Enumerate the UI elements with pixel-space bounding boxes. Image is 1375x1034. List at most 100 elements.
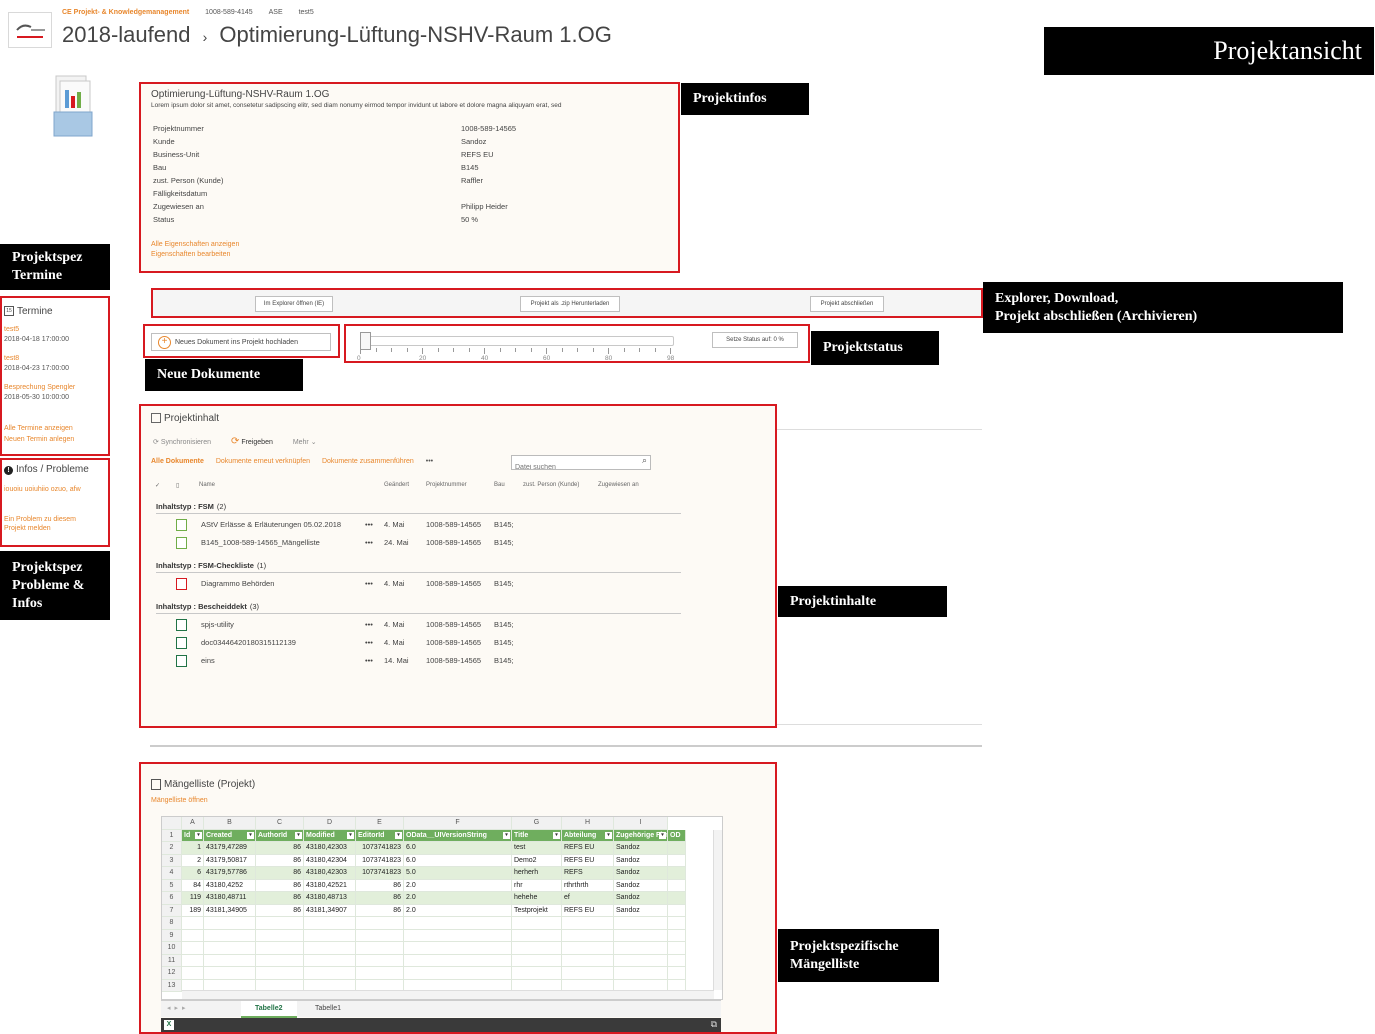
open-explorer-button[interactable]: Im Explorer öffnen (IE)	[255, 296, 333, 312]
table-cell[interactable]: 86	[256, 867, 304, 880]
col-projnr[interactable]: Projektnummer	[426, 482, 467, 488]
row-number[interactable]: 7	[162, 904, 182, 917]
table-cell[interactable]	[512, 942, 562, 955]
row-number[interactable]: 2	[162, 842, 182, 855]
more-button[interactable]: Mehr ⌄	[293, 439, 317, 446]
document-row[interactable]: Diagrammo Behörden ••• 4. Mai 1008-589-1456…	[151, 576, 681, 592]
column-header[interactable]: EditorId ▾	[356, 829, 404, 842]
table-cell[interactable]: Sandoz	[614, 854, 668, 867]
top-link-ase[interactable]: ASE	[269, 9, 283, 16]
column-letter[interactable]: I	[614, 817, 668, 830]
table-cell[interactable]: 43179,47289	[204, 842, 256, 855]
table-cell[interactable]	[204, 917, 256, 930]
table-cell[interactable]	[614, 942, 668, 955]
row-number[interactable]: 8	[162, 917, 182, 930]
row-number[interactable]: 5	[162, 879, 182, 892]
table-cell[interactable]: 86	[356, 904, 404, 917]
table-cell[interactable]	[668, 854, 686, 867]
col-bau[interactable]: Bau	[494, 482, 505, 488]
column-letter[interactable]: C	[256, 817, 304, 830]
table-cell[interactable]: rthrthrth	[562, 879, 614, 892]
table-cell[interactable]: Sandoz	[614, 867, 668, 880]
table-cell[interactable]: 43180,4252	[204, 879, 256, 892]
breadcrumb-parent[interactable]: 2018-laufend	[62, 22, 190, 47]
document-row[interactable]: doc03446420180315112139 ••• 4. Mai 1008-589…	[151, 635, 681, 651]
share-button[interactable]: ⟳ Freigeben	[231, 436, 273, 447]
column-letter[interactable]: G	[512, 817, 562, 830]
table-cell[interactable]: ef	[562, 892, 614, 905]
table-row[interactable]: 5 84 43180,4252 86 43180,42521 86 2.0 rhr rthrth…	[162, 879, 710, 892]
table-cell[interactable]	[304, 954, 356, 967]
excel-grid[interactable]: A B C D E F G H I 1 Id ▾ Created ▾ AuthorId ▾ Modified ▾ E…	[161, 816, 723, 1000]
column-letter[interactable]: H	[562, 817, 614, 830]
row-number[interactable]: 12	[162, 967, 182, 980]
group-header[interactable]: Inhaltstyp : FSM-Checkliste (1)	[156, 561, 266, 570]
table-cell[interactable]: 86	[256, 879, 304, 892]
document-menu-ellipsis[interactable]: •••	[365, 520, 373, 529]
column-letter[interactable]: D	[304, 817, 356, 830]
filter-dropdown-icon[interactable]: ▾	[659, 831, 666, 839]
row-number[interactable]: 9	[162, 929, 182, 942]
column-header[interactable]: Zugehörige Firma▾	[614, 829, 668, 842]
upload-document-button[interactable]: + Neues Dokument ins Projekt hochladen	[151, 333, 331, 351]
document-menu-ellipsis[interactable]: •••	[365, 579, 373, 588]
table-row[interactable]: 9	[162, 929, 710, 942]
document-name[interactable]: doc03446420180315112139	[201, 638, 296, 647]
filter-dropdown-icon[interactable]: ▾	[295, 831, 302, 839]
table-cell[interactable]: 86	[356, 879, 404, 892]
select-all-check-icon[interactable]: ✓	[155, 482, 160, 489]
column-header[interactable]: Title ▾	[512, 829, 562, 842]
new-appointment-link[interactable]: Neuen Termin anlegen	[4, 436, 74, 443]
column-letter[interactable]: F	[404, 817, 512, 830]
table-cell[interactable]: REFS EU	[562, 904, 614, 917]
table-cell[interactable]	[304, 929, 356, 942]
table-cell[interactable]: 86	[256, 842, 304, 855]
row-number[interactable]: 10	[162, 942, 182, 955]
table-cell[interactable]: 6.0	[404, 854, 512, 867]
table-cell[interactable]	[204, 942, 256, 955]
table-cell[interactable]: 1073741823	[356, 842, 404, 855]
table-row[interactable]: 7 189 43181,34905 86 43181,34907 86 2.0 Testpro…	[162, 904, 710, 917]
table-cell[interactable]	[256, 967, 304, 980]
table-cell[interactable]	[512, 967, 562, 980]
table-cell[interactable]: 86	[256, 904, 304, 917]
table-cell[interactable]	[562, 967, 614, 980]
column-header[interactable]: Abteilung ▾	[562, 829, 614, 842]
table-cell[interactable]: 43181,34905	[204, 904, 256, 917]
filter-dropdown-icon[interactable]: ▾	[553, 831, 560, 839]
table-cell[interactable]: test	[512, 842, 562, 855]
table-cell[interactable]: 86	[256, 854, 304, 867]
table-cell[interactable]	[256, 929, 304, 942]
table-row[interactable]: 2 1 43179,47289 86 43180,42303 1073741823 6.0 t…	[162, 842, 710, 855]
table-cell[interactable]: Testprojekt	[512, 904, 562, 917]
table-cell[interactable]: 43180,48713	[304, 892, 356, 905]
top-link-projnr[interactable]: 1008-589-4145	[205, 9, 253, 16]
table-cell[interactable]	[512, 917, 562, 930]
document-name[interactable]: Diagrammo Behörden	[201, 579, 274, 588]
row-number[interactable]: 13	[162, 979, 182, 992]
table-cell[interactable]	[668, 917, 686, 930]
table-cell[interactable]	[182, 942, 204, 955]
excel-sheet[interactable]: A B C D E F G H I 1 Id ▾ Created ▾ AuthorId ▾ Modified ▾ E…	[162, 817, 722, 999]
appointment-title[interactable]: test5	[4, 326, 19, 333]
row-number[interactable]: 4	[162, 867, 182, 880]
table-cell[interactable]: 86	[256, 892, 304, 905]
table-cell[interactable]: 5.0	[404, 867, 512, 880]
document-row[interactable]: AStV Erlässe & Erläuterungen 05.02.2018 •…	[151, 517, 681, 533]
table-cell[interactable]	[668, 942, 686, 955]
table-cell[interactable]	[404, 942, 512, 955]
report-problem-link[interactable]: Ein Problem zu diesem Projekt melden	[4, 515, 76, 533]
expand-icon[interactable]: ⧉	[711, 1019, 717, 1030]
document-menu-ellipsis[interactable]: •••	[365, 656, 373, 665]
document-row[interactable]: eins ••• 14. Mai 1008-589-14565 B145;	[151, 653, 681, 669]
table-cell[interactable]	[404, 954, 512, 967]
column-header[interactable]: AuthorId ▾	[256, 829, 304, 842]
table-row[interactable]: 3 2 43179,50817 86 43180,42304 1073741823 6.0 D…	[162, 854, 710, 867]
table-cell[interactable]	[356, 954, 404, 967]
group-header[interactable]: Inhaltstyp : FSM (2)	[156, 502, 226, 511]
table-cell[interactable]: 119	[182, 892, 204, 905]
column-letter[interactable]: A	[182, 817, 204, 830]
filter-dropdown-icon[interactable]: ▾	[195, 831, 202, 839]
table-cell[interactable]: 2.0	[404, 879, 512, 892]
table-cell[interactable]: 43179,57786	[204, 867, 256, 880]
